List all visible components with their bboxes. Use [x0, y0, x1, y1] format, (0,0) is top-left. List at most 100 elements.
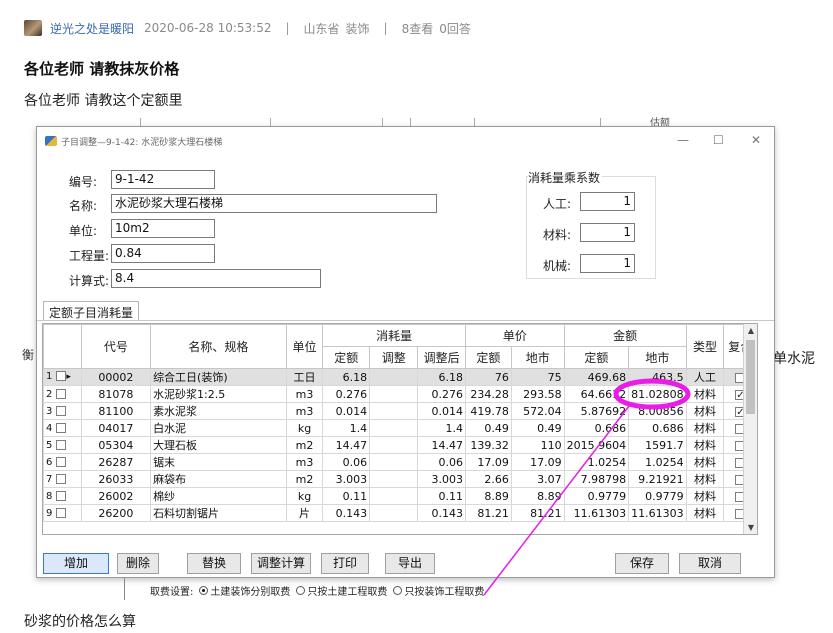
cell-consumption-adjust[interactable] [369, 436, 419, 454]
row-select-checkbox[interactable] [56, 473, 67, 484]
row-number[interactable]: 9 [43, 504, 82, 522]
cell-type[interactable]: 人工 [685, 368, 725, 386]
cell-type[interactable]: 材料 [685, 385, 725, 403]
cell-unit[interactable]: kg [285, 487, 324, 505]
table-row[interactable]: 7 26033 麻袋布 m2 3.003 3.003 2.66 3.07 7.98798 9.21… [43, 470, 757, 488]
table-row[interactable]: 8 26002 棉纱 kg 0.11 0.11 8.89 8.89 0.9779 0.9779 材料 [43, 487, 757, 505]
cell-name[interactable]: 棉纱 [150, 487, 287, 505]
cell-code[interactable]: 04017 [80, 419, 152, 437]
cell-unit[interactable]: kg [285, 419, 324, 437]
col-header-consumption-quota[interactable]: 定额 [322, 346, 371, 369]
cell-code[interactable]: 00002 [80, 368, 152, 386]
name-field[interactable]: 水泥砂浆大理石楼梯 [111, 194, 437, 213]
cell-price-market[interactable]: 572.04 [510, 402, 565, 420]
cell-consumption-after[interactable]: 0.11 [417, 487, 466, 505]
cell-consumption-after[interactable]: 0.014 [417, 402, 466, 420]
cell-unit[interactable]: 片 [285, 504, 324, 522]
grid-vertical-scrollbar[interactable]: ▲ ▼ [743, 324, 757, 534]
cell-consumption-adjust[interactable] [369, 419, 419, 437]
cell-amount-quota[interactable]: 64.6612 [563, 385, 630, 403]
avatar[interactable] [24, 20, 42, 36]
cell-price-market[interactable]: 81.21 [510, 504, 565, 522]
row-select-checkbox[interactable] [56, 371, 67, 381]
cell-consumption-adjust[interactable] [369, 385, 419, 403]
quantity-field[interactable]: 0.84 [111, 244, 215, 263]
save-button[interactable]: 保存 [615, 553, 669, 574]
cell-price-quota[interactable]: 76 [464, 368, 512, 386]
cell-consumption-after[interactable]: 3.003 [417, 470, 466, 488]
maximize-icon[interactable]: ☐ [713, 133, 724, 147]
cell-amount-quota[interactable]: 1.0254 [563, 453, 630, 471]
cell-price-market[interactable]: 293.58 [510, 385, 565, 403]
cell-price-quota[interactable]: 2.66 [464, 470, 512, 488]
cell-name[interactable]: 素水泥浆 [150, 402, 287, 420]
cell-price-quota[interactable]: 139.32 [464, 436, 512, 454]
cell-type[interactable]: 材料 [685, 470, 725, 488]
scrollbar-thumb[interactable] [746, 340, 755, 414]
cell-name[interactable]: 大理石板 [150, 436, 287, 454]
row-select-checkbox[interactable] [56, 456, 67, 467]
cell-code[interactable]: 26002 [80, 487, 152, 505]
cell-code[interactable]: 26287 [80, 453, 152, 471]
cell-name[interactable]: 白水泥 [150, 419, 287, 437]
row-number[interactable]: 8 [43, 487, 82, 505]
cell-consumption-after[interactable]: 1.4 [417, 419, 466, 437]
cell-consumption-adjust[interactable] [369, 402, 419, 420]
row-select-checkbox[interactable] [56, 405, 67, 416]
cell-amount-market[interactable]: 9.21921 [628, 470, 687, 488]
cell-unit[interactable]: m3 [285, 402, 324, 420]
cell-price-quota[interactable]: 81.21 [464, 504, 512, 522]
fee-option-2-label[interactable]: 只按土建工程取费 [307, 583, 387, 598]
author-link[interactable]: 逆光之处是暖阳 [50, 20, 134, 37]
table-row[interactable]: 5 05304 大理石板 m2 14.47 14.47 139.32 110 2015.9604… [43, 436, 757, 454]
adjust-calc-button[interactable]: 调整计算 [251, 553, 311, 574]
cell-type[interactable]: 材料 [685, 436, 725, 454]
cell-code[interactable]: 05304 [80, 436, 152, 454]
cell-unit[interactable]: m3 [285, 453, 324, 471]
col-header-consumption-adjust[interactable]: 调整 [369, 346, 419, 369]
table-row[interactable]: 1 ▸ 00002 综合工日(装饰) 工日 6.18 6.18 76 75 469.68 463.5… [43, 368, 757, 386]
cell-amount-market[interactable]: 463.5 [628, 368, 687, 386]
cell-amount-market[interactable]: 0.9779 [628, 487, 687, 505]
cell-unit[interactable]: m3 [285, 385, 324, 403]
print-button[interactable]: 打印 [321, 553, 369, 574]
cell-price-market[interactable]: 0.49 [510, 419, 565, 437]
row-select-checkbox[interactable] [56, 507, 67, 518]
row-select-checkbox[interactable] [56, 422, 67, 433]
cell-amount-market[interactable]: 8.00856 [628, 402, 687, 420]
cell-consumption-after[interactable]: 0.143 [417, 504, 466, 522]
cell-amount-market[interactable]: 1591.7 [628, 436, 687, 454]
cell-price-market[interactable]: 8.89 [510, 487, 565, 505]
fee-option-2-radio[interactable] [296, 586, 306, 595]
row-number[interactable]: 1 ▸ [43, 368, 82, 386]
cell-amount-quota[interactable]: 11.61303 [563, 504, 630, 522]
fee-option-1-label[interactable]: 土建装饰分别取费 [210, 583, 290, 598]
row-select-checkbox[interactable] [56, 439, 67, 450]
cell-amount-market[interactable]: 11.61303 [628, 504, 687, 522]
minimize-icon[interactable]: — [677, 133, 689, 147]
cancel-button[interactable]: 取消 [679, 553, 741, 574]
col-header-code[interactable]: 代号 [80, 324, 152, 369]
table-row[interactable]: 4 04017 白水泥 kg 1.4 1.4 0.49 0.49 0.686 0.686 材料 [43, 419, 757, 437]
cell-code[interactable]: 26200 [80, 504, 152, 522]
code-field[interactable]: 9-1-42 [111, 170, 215, 189]
col-header-price-market[interactable]: 地市 [510, 346, 565, 369]
cell-price-market[interactable]: 110 [510, 436, 565, 454]
cell-amount-quota[interactable]: 0.9779 [563, 487, 630, 505]
export-button[interactable]: 导出 [385, 553, 435, 574]
cell-amount-quota[interactable]: 5.87692 [563, 402, 630, 420]
cell-code[interactable]: 81078 [80, 385, 152, 403]
cell-consumption-quota[interactable]: 0.014 [322, 402, 371, 420]
cell-name[interactable]: 综合工日(装饰) [150, 368, 287, 386]
cell-name[interactable]: 水泥砂浆1:2.5 [150, 385, 287, 403]
cell-consumption-quota[interactable]: 0.143 [322, 504, 371, 522]
col-header-type[interactable]: 类型 [685, 324, 725, 369]
cell-amount-quota[interactable]: 469.68 [563, 368, 630, 386]
row-number[interactable]: 2 [43, 385, 82, 403]
fee-option-1-radio[interactable] [199, 586, 209, 595]
cell-unit[interactable]: m2 [285, 436, 324, 454]
material-coef-field[interactable]: 1 [580, 223, 635, 242]
cell-price-quota[interactable]: 234.28 [464, 385, 512, 403]
cell-consumption-after[interactable]: 0.276 [417, 385, 466, 403]
cell-name[interactable]: 石料切割锯片 [150, 504, 287, 522]
